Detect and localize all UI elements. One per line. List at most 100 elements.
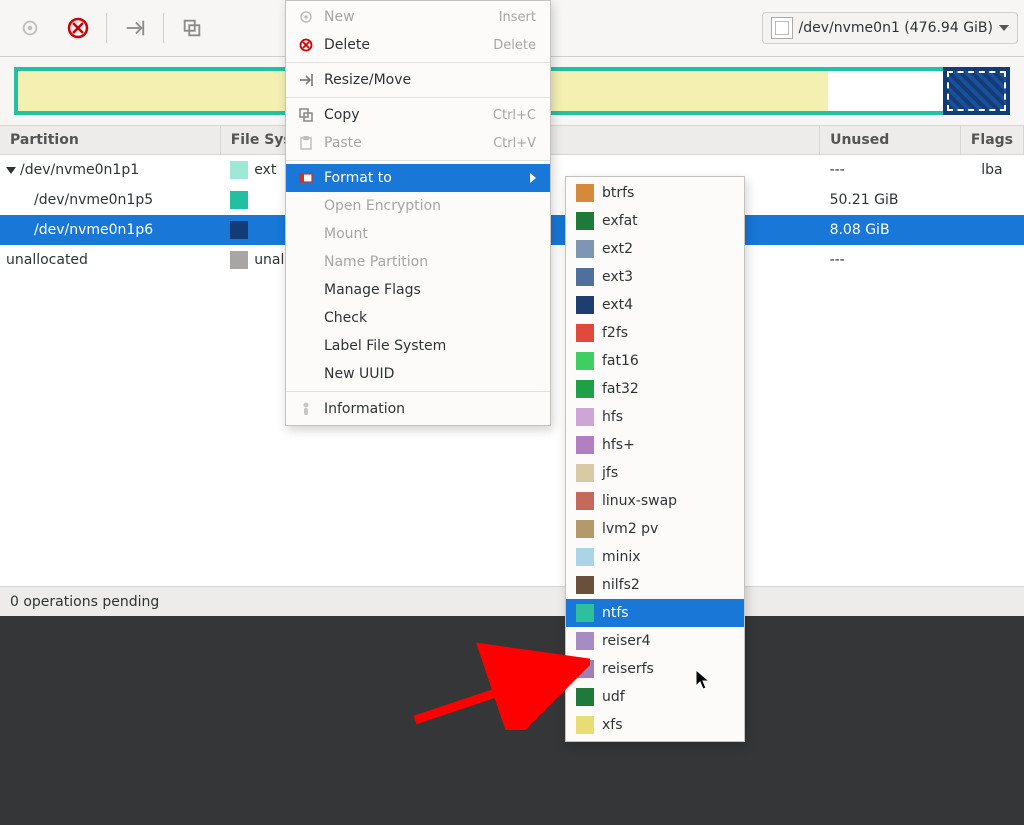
fs-color-swatch <box>576 296 594 314</box>
partition-name: unallocated <box>6 252 88 268</box>
fs-color-swatch <box>576 688 594 706</box>
partition-name: /dev/nvme0n1p6 <box>34 222 153 238</box>
fs-option-nilfs2[interactable]: nilfs2 <box>566 571 744 599</box>
fs-option-label: btrfs <box>602 185 726 201</box>
menu-item-label: Resize/Move <box>324 72 536 88</box>
submenu-arrow-icon <box>530 173 536 183</box>
format-icon <box>296 171 316 185</box>
unused-value: --- <box>820 155 961 186</box>
fs-color-swatch <box>576 212 594 230</box>
fs-option-lvm2-pv[interactable]: lvm2 pv <box>566 515 744 543</box>
menu-separator <box>286 97 550 98</box>
fs-option-ext2[interactable]: ext2 <box>566 235 744 263</box>
toolbar-new-button[interactable] <box>6 10 54 46</box>
fs-color-swatch <box>230 161 248 179</box>
fs-color-swatch <box>576 352 594 370</box>
menu-item-format-to[interactable]: Format to <box>286 164 550 192</box>
device-picker[interactable]: /dev/nvme0n1 (476.94 GiB) <box>762 12 1018 44</box>
menu-accel: Delete <box>493 38 536 53</box>
fs-option-reiserfs[interactable]: reiserfs <box>566 655 744 683</box>
menu-item-new-uuid[interactable]: New UUID <box>286 360 550 388</box>
fs-option-label: minix <box>602 549 726 565</box>
chevron-down-icon <box>999 25 1009 31</box>
menu-item-resize-move[interactable]: Resize/Move <box>286 66 550 94</box>
col-partition[interactable]: Partition <box>0 126 220 155</box>
fs-color-swatch <box>576 548 594 566</box>
fs-option-label: reiser4 <box>602 633 726 649</box>
fs-color-swatch <box>576 520 594 538</box>
fs-option-ext3[interactable]: ext3 <box>566 263 744 291</box>
menu-item-new: NewInsert <box>286 3 550 31</box>
fs-option-hfs[interactable]: hfs <box>566 403 744 431</box>
fs-option-label: ext2 <box>602 241 726 257</box>
menu-item-information[interactable]: Information <box>286 395 550 423</box>
fs-color-swatch <box>576 576 594 594</box>
fs-option-hfs-[interactable]: hfs+ <box>566 431 744 459</box>
menu-item-label: Name Partition <box>324 254 536 270</box>
fs-color-swatch <box>576 604 594 622</box>
fs-option-label: jfs <box>602 465 726 481</box>
flags-value <box>960 185 1023 215</box>
fs-option-ext4[interactable]: ext4 <box>566 291 744 319</box>
fs-option-xfs[interactable]: xfs <box>566 711 744 739</box>
menu-item-label: Paste <box>324 135 485 151</box>
menu-item-name-partition: Name Partition <box>286 248 550 276</box>
fs-option-btrfs[interactable]: btrfs <box>566 179 744 207</box>
fs-option-label: fat16 <box>602 353 726 369</box>
fs-option-linux-swap[interactable]: linux-swap <box>566 487 744 515</box>
context-menu: NewInsertDeleteDelete Resize/Move CopyCtrl… <box>285 0 551 426</box>
window-outside-area <box>0 616 1024 825</box>
status-text: 0 operations pending <box>10 594 159 610</box>
fs-option-label: ext4 <box>602 297 726 313</box>
resize-icon <box>296 73 316 87</box>
device-label: /dev/nvme0n1 (476.94 GiB) <box>799 20 993 36</box>
fs-color-swatch <box>576 380 594 398</box>
partition-seg-free[interactable] <box>828 71 947 111</box>
menu-item-label-file-system[interactable]: Label File System <box>286 332 550 360</box>
menu-item-copy[interactable]: CopyCtrl+C <box>286 101 550 129</box>
toolbar-delete-button[interactable] <box>54 10 102 46</box>
menu-item-manage-flags[interactable]: Manage Flags <box>286 276 550 304</box>
info-icon <box>296 402 316 416</box>
fs-option-label: exfat <box>602 213 726 229</box>
toolbar-resize-button[interactable] <box>111 10 159 46</box>
delete-icon <box>296 38 316 52</box>
flags-value: lba <box>960 155 1023 186</box>
fs-label: ext <box>254 162 276 178</box>
fs-option-label: linux-swap <box>602 493 726 509</box>
partition-seg-selected[interactable] <box>947 71 1006 111</box>
fs-color-swatch <box>576 240 594 258</box>
menu-item-check[interactable]: Check <box>286 304 550 332</box>
col-flags[interactable]: Flags <box>960 126 1023 155</box>
fs-option-fat32[interactable]: fat32 <box>566 375 744 403</box>
menu-accel: Ctrl+V <box>493 136 536 151</box>
menu-separator <box>286 160 550 161</box>
fs-option-label: hfs+ <box>602 437 726 453</box>
menu-item-label: New <box>324 9 491 25</box>
col-unused[interactable]: Unused <box>820 126 961 155</box>
toolbar-copy-button[interactable] <box>168 10 216 46</box>
partition-name: /dev/nvme0n1p1 <box>20 162 139 178</box>
fs-option-udf[interactable]: udf <box>566 683 744 711</box>
status-bar: 0 operations pending <box>0 586 1024 617</box>
toolbar-separator <box>163 13 164 43</box>
fs-option-label: ntfs <box>602 605 726 621</box>
fs-option-fat16[interactable]: fat16 <box>566 347 744 375</box>
menu-item-delete[interactable]: DeleteDelete <box>286 31 550 59</box>
fs-option-ntfs[interactable]: ntfs <box>566 599 744 627</box>
fs-option-f2fs[interactable]: f2fs <box>566 319 744 347</box>
fs-color-swatch <box>576 716 594 734</box>
fs-option-minix[interactable]: minix <box>566 543 744 571</box>
fs-option-label: hfs <box>602 409 726 425</box>
fs-option-exfat[interactable]: exfat <box>566 207 744 235</box>
menu-accel: Ctrl+C <box>493 108 536 123</box>
menu-item-label: New UUID <box>324 366 536 382</box>
menu-item-label: Mount <box>324 226 536 242</box>
fs-option-reiser4[interactable]: reiser4 <box>566 627 744 655</box>
expand-icon[interactable] <box>6 167 16 174</box>
copy-icon <box>296 108 316 122</box>
fs-option-label: nilfs2 <box>602 577 726 593</box>
fs-option-jfs[interactable]: jfs <box>566 459 744 487</box>
fs-color-swatch <box>230 251 248 269</box>
menu-separator <box>286 62 550 63</box>
